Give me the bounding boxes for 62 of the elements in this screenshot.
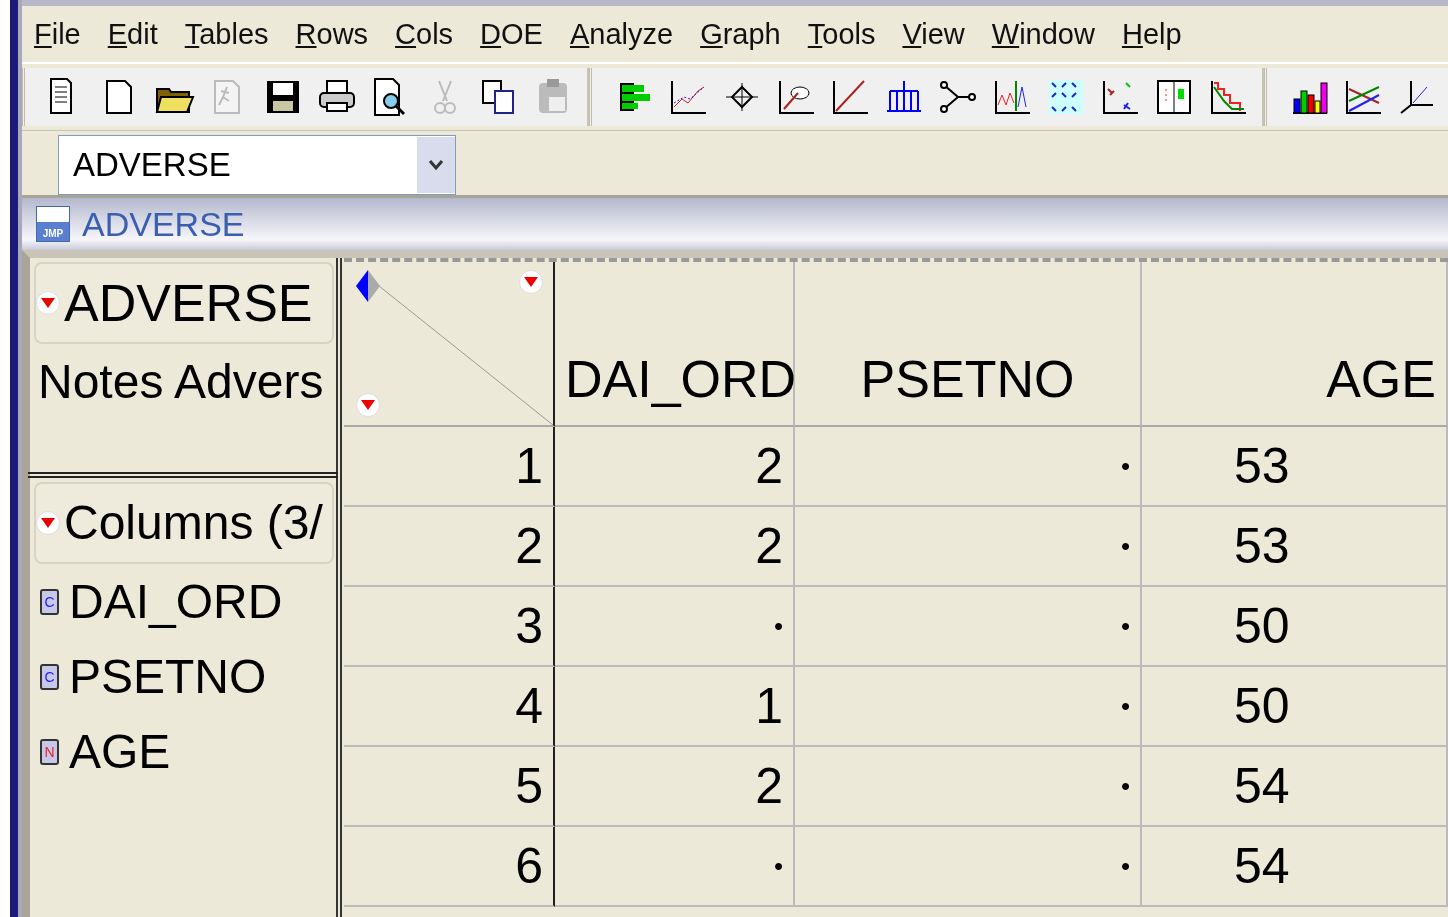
column-type-icon: N bbox=[40, 738, 59, 765]
disclosure-button[interactable] bbox=[36, 511, 60, 535]
table-cell: 53 bbox=[1142, 507, 1448, 587]
table-cell: 2 bbox=[555, 507, 795, 587]
columns-heading: Columns (3/ bbox=[64, 499, 323, 547]
column-name[interactable]: PSETNO bbox=[69, 649, 267, 704]
table-cell: • bbox=[555, 827, 795, 907]
table-cell: 54 bbox=[1142, 827, 1448, 907]
menu-item[interactable]: Analyze bbox=[569, 17, 674, 51]
table-cell: 50 bbox=[1142, 587, 1448, 667]
row-number[interactable]: 2 bbox=[344, 507, 555, 587]
row-number[interactable]: 6 bbox=[344, 827, 555, 907]
caret-icon bbox=[361, 400, 375, 410]
menu-item[interactable]: Tools bbox=[807, 17, 876, 51]
table-cell: 54 bbox=[1142, 747, 1448, 827]
table-cell: 1 bbox=[555, 667, 795, 747]
document-title: ADVERSE bbox=[82, 204, 245, 244]
menu-item[interactable]: Window bbox=[991, 17, 1095, 51]
menu-item[interactable]: Graph bbox=[700, 17, 781, 51]
table-notes: Notes Advers bbox=[37, 354, 325, 410]
column-type-icon: C bbox=[40, 663, 59, 690]
dropdown-button[interactable] bbox=[417, 137, 455, 193]
column-header[interactable]: PSETNO bbox=[795, 262, 1142, 427]
column-name[interactable]: AGE bbox=[69, 724, 171, 779]
diamond-icon bbox=[356, 270, 380, 302]
row-number[interactable]: 1 bbox=[344, 427, 555, 507]
menu-item[interactable]: Rows bbox=[295, 17, 369, 51]
table-cell: • bbox=[795, 747, 1142, 827]
row-number[interactable]: 4 bbox=[344, 667, 555, 747]
table-selector[interactable]: ADVERSE bbox=[58, 135, 456, 195]
caret-icon bbox=[524, 277, 538, 287]
icon-label: JMP bbox=[42, 227, 64, 241]
table-cell: 50 bbox=[1142, 667, 1448, 747]
menu-item[interactable]: Edit bbox=[107, 17, 158, 51]
table-cell: • bbox=[555, 587, 795, 667]
table-cell: • bbox=[795, 507, 1142, 587]
menu-item[interactable]: Cols bbox=[395, 17, 454, 51]
caret-icon bbox=[41, 298, 55, 308]
table-cell: • bbox=[795, 827, 1142, 907]
row-number[interactable]: 3 bbox=[344, 587, 555, 667]
table-name: ADVERSE bbox=[64, 277, 313, 329]
table-cell: • bbox=[795, 427, 1142, 507]
table-cell: 2 bbox=[555, 427, 795, 507]
menu-item[interactable]: Help bbox=[1121, 17, 1182, 51]
disclosure-button[interactable] bbox=[36, 291, 60, 315]
table-cell: • bbox=[795, 667, 1142, 747]
popup-button[interactable] bbox=[519, 270, 543, 294]
row-number[interactable]: 5 bbox=[344, 747, 555, 827]
menu-item[interactable]: View bbox=[902, 17, 965, 51]
menu-item[interactable]: File bbox=[34, 17, 81, 51]
column-name[interactable]: DAI_ORD bbox=[69, 574, 283, 629]
column-header[interactable]: AGE bbox=[1142, 262, 1448, 427]
chevron-icon bbox=[428, 159, 444, 171]
column-header[interactable]: DAI_ORD bbox=[555, 262, 795, 427]
column-type-icon: C bbox=[40, 588, 59, 615]
caret-icon bbox=[41, 518, 55, 528]
table-cell: 53 bbox=[1142, 427, 1448, 507]
popup-button[interactable] bbox=[356, 393, 380, 417]
menu-item[interactable]: Tables bbox=[184, 17, 269, 51]
table-cell: • bbox=[795, 587, 1142, 667]
menu-item[interactable]: DOE bbox=[480, 17, 543, 51]
table-cell: 2 bbox=[555, 747, 795, 827]
